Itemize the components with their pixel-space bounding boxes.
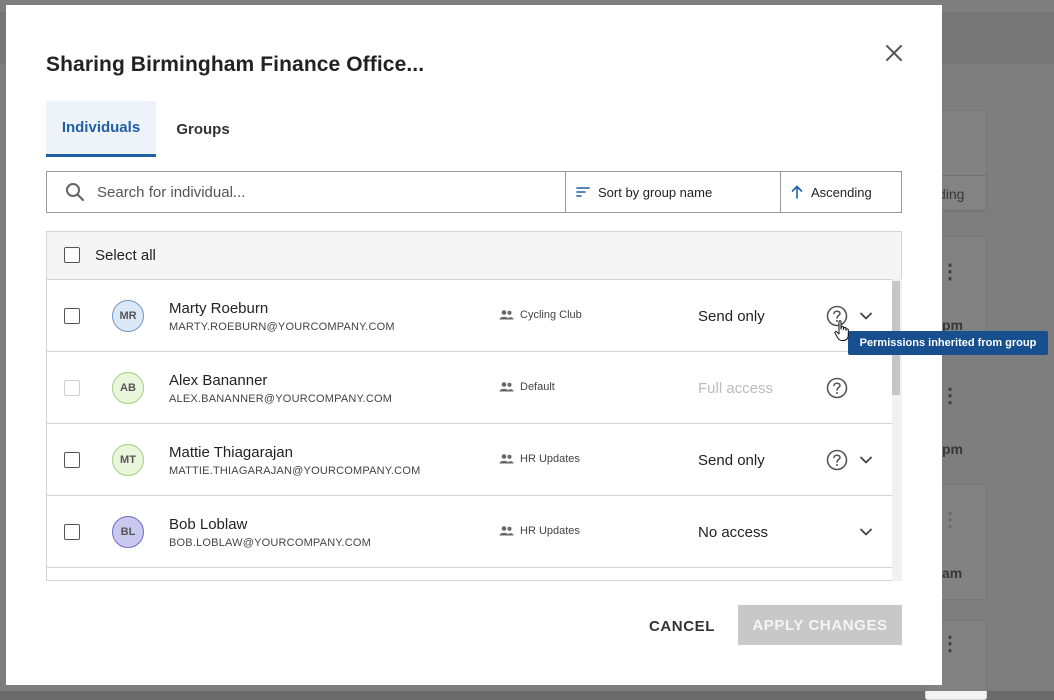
search-box — [47, 172, 566, 212]
apply-changes-button: APPLY CHANGES — [738, 605, 902, 645]
sort-by-button[interactable]: Sort by group name — [566, 172, 781, 212]
hand-cursor-icon — [834, 320, 850, 342]
row-checkbox[interactable] — [64, 308, 80, 324]
help-icon[interactable] — [826, 377, 848, 399]
group-label: Default — [499, 381, 555, 393]
close-icon — [882, 41, 906, 65]
person-email: BOB.LOBLAW@YOURCOMPANY.COM — [169, 537, 371, 549]
search-input[interactable] — [95, 172, 555, 212]
permission-value: Full access — [698, 380, 773, 397]
sharing-dialog: Sharing Birmingham Finance Office... Ind… — [6, 5, 942, 685]
group-icon — [499, 382, 514, 392]
person-name: Alex Bananner — [169, 372, 267, 389]
list-item: MR Marty Roeburn MARTY.ROEBURN@YOURCOMPA… — [47, 280, 901, 352]
tab-groups[interactable]: Groups — [156, 101, 250, 157]
sort-order-button[interactable]: Ascending — [781, 172, 901, 212]
permission-value[interactable]: Send only — [698, 308, 765, 325]
permission-value[interactable]: No access — [698, 524, 768, 541]
group-label: HR Updates — [499, 525, 580, 537]
search-icon — [65, 182, 85, 202]
sort-icon — [576, 186, 590, 198]
search-toolbar: Sort by group name Ascending — [46, 171, 902, 213]
person-name: Marty Roeburn — [169, 300, 268, 317]
help-icon[interactable] — [826, 449, 848, 471]
group-label: Cycling Club — [499, 309, 582, 321]
person-email: MATTIE.THIAGARAJAN@YOURCOMPANY.COM — [169, 465, 420, 477]
avatar: BL — [112, 516, 144, 548]
dialog-title: Sharing Birmingham Finance Office... — [46, 53, 424, 77]
row-checkbox[interactable] — [64, 452, 80, 468]
permission-value[interactable]: Send only — [698, 452, 765, 469]
row-checkbox[interactable] — [64, 524, 80, 540]
list-item: MT Mattie Thiagarajan MATTIE.THIAGARAJAN… — [47, 424, 901, 496]
group-icon — [499, 526, 514, 536]
select-all-checkbox[interactable] — [64, 247, 80, 263]
person-email: MARTY.ROEBURN@YOURCOMPANY.COM — [169, 321, 395, 333]
avatar: AB — [112, 372, 144, 404]
avatar: MR — [112, 300, 144, 332]
group-icon — [499, 454, 514, 464]
row-checkbox — [64, 380, 80, 396]
group-name: HR Updates — [520, 453, 580, 465]
list-scrollbar[interactable] — [892, 279, 902, 581]
cancel-button[interactable]: CANCEL — [640, 607, 724, 645]
list-item: BL Bob Loblaw BOB.LOBLAW@YOURCOMPANY.COM… — [47, 496, 901, 568]
help-tooltip: Permissions inherited from group — [848, 331, 1048, 355]
group-label: HR Updates — [499, 453, 580, 465]
group-icon — [499, 310, 514, 320]
group-name: Cycling Club — [520, 309, 582, 321]
avatar: MT — [112, 444, 144, 476]
chevron-down-icon[interactable] — [858, 452, 874, 468]
chevron-down-icon[interactable] — [858, 308, 874, 324]
person-name: Bob Loblaw — [169, 516, 247, 533]
arrow-up-icon — [791, 185, 803, 199]
individuals-list[interactable]: Select all MR Marty Roeburn MARTY.ROEBUR… — [46, 231, 902, 581]
sort-by-label: Sort by group name — [598, 185, 712, 200]
list-header: Select all — [47, 232, 901, 280]
group-name: Default — [520, 381, 555, 393]
select-all-label: Select all — [95, 247, 156, 264]
tab-individuals[interactable]: Individuals — [46, 101, 156, 157]
chevron-down-icon[interactable] — [858, 524, 874, 540]
person-email: ALEX.BANANNER@YOURCOMPANY.COM — [169, 393, 392, 405]
sort-order-label: Ascending — [811, 185, 872, 200]
person-name: Mattie Thiagarajan — [169, 444, 293, 461]
list-item: AB Alex Bananner ALEX.BANANNER@YOURCOMPA… — [47, 352, 901, 424]
close-button[interactable] — [882, 41, 906, 65]
group-name: HR Updates — [520, 525, 580, 537]
